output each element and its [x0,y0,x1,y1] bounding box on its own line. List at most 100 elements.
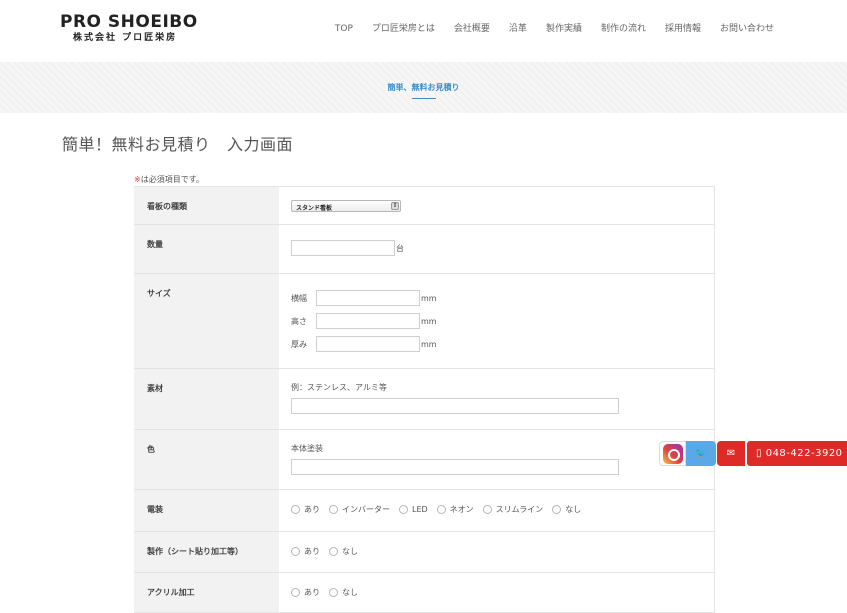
size-depth-line: 厚み mm [291,336,714,352]
radio-label: あり [304,505,320,514]
form-row-color: 色 本体塗装 [134,430,715,490]
form-row-production: 製作（シート貼り加工等） あり なし [134,532,715,573]
form-label-electric: 電装 [134,490,279,531]
twitter-icon: 🐦 [694,448,708,459]
electric-radio-yes[interactable]: あり [291,504,320,515]
logo-sub-text: 株式会社 プロ匠栄房 [73,33,178,43]
radio-circle-icon [329,505,338,514]
radio-label: ネオン [449,505,474,514]
form-row-size: サイズ 横幅 mm 高さ mm 厚み mm [134,274,715,369]
nav-item-about[interactable]: プロ匠栄房とは [372,23,435,35]
radio-label: なし [342,588,358,597]
electric-radio-neon[interactable]: ネオン [436,504,474,515]
size-height-input[interactable] [316,313,420,329]
acrylic-radio-yes[interactable]: あり [291,587,320,598]
production-radio-group: あり なし [291,546,714,557]
form-label-type: 看板の種類 [134,187,279,224]
form-label-color: 色 [134,430,279,489]
production-radio-no[interactable]: なし [329,546,358,557]
form-row-material: 素材 例：ステンレス、アルミ等 [134,369,715,430]
mail-icon: ✉ [726,448,736,459]
form-label-acrylic: アクリル加工 [134,573,279,612]
size-height-line: 高さ mm [291,313,714,329]
type-select[interactable]: スタンド看板 ⇕ [291,200,401,212]
nav-item-flow[interactable]: 制作の流れ [601,23,646,35]
electric-radio-slimline[interactable]: スリムライン [482,504,544,515]
production-radio-yes[interactable]: あり [291,546,320,557]
size-depth-unit: mm [421,339,437,349]
material-input[interactable] [291,398,619,414]
radio-label: LED [412,505,428,514]
electric-radio-inverter[interactable]: インバーター [329,504,390,515]
nav-item-company[interactable]: 会社概要 [454,23,490,35]
color-hint: 本体塗装 [291,444,323,453]
nav-item-contact[interactable]: お問い合わせ [720,23,774,35]
page-title-band: 簡単、無料お見積り [0,62,847,113]
nav-item-works[interactable]: 製作実績 [546,23,582,35]
radio-circle-icon [436,505,446,514]
required-note-text: は必須項目です。 [140,175,204,184]
material-hint: 例：ステンレス、アルミ等 [291,383,387,392]
nav-item-history[interactable]: 沿革 [509,23,527,35]
estimate-form: 看板の種類 スタンド看板 ⇕ 数量 台 サイズ 横幅 mm 高さ mm 厚み m… [134,186,715,613]
radio-circle-icon [399,505,408,514]
instagram-button[interactable] [659,441,686,466]
radio-label: なし [342,547,358,556]
site-logo[interactable]: PRO SHOEIBO 株式会社 プロ匠栄房 [60,12,198,44]
quantity-input[interactable] [291,240,395,256]
size-height-label: 高さ [291,316,307,326]
color-input[interactable] [291,459,619,475]
size-depth-input[interactable] [316,336,420,352]
radio-label: あり [304,588,320,597]
acrylic-radio-group: あり なし [291,587,714,598]
band-title: 簡単、無料お見積り [387,83,460,92]
site-header: PRO SHOEIBO 株式会社 プロ匠栄房 TOP プロ匠栄房とは 会社概要 … [0,0,847,62]
radio-circle-icon [552,505,562,514]
acrylic-radio-no[interactable]: なし [329,587,358,598]
radio-label: なし [565,505,582,514]
select-arrow-icon: ⇕ [391,202,399,210]
radio-circle-icon [482,505,492,514]
nav-item-recruit[interactable]: 採用情報 [665,23,701,35]
twitter-button[interactable]: 🐦 [686,441,716,466]
size-width-line: 横幅 mm [291,290,714,306]
phone-number: 048-422-3920 [765,448,843,459]
main-nav: TOP プロ匠栄房とは 会社概要 沿革 製作実績 制作の流れ 採用情報 お問い合… [316,23,774,35]
electric-radio-none[interactable]: なし [552,504,581,515]
size-depth-label: 厚み [291,339,307,349]
radio-label: インバーター [342,505,390,514]
radio-circle-icon [329,588,338,597]
radio-label: あり [304,547,320,556]
form-row-type: 看板の種類 スタンド看板 ⇕ [134,187,715,225]
form-row-quantity: 数量 台 [134,225,715,274]
form-row-acrylic: アクリル加工 あり なし [134,573,715,613]
page-title: 簡単！無料お見積り 入力画面 [62,135,294,154]
form-label-production: 製作（シート貼り加工等） [134,532,279,572]
mail-button[interactable]: ✉ [717,441,745,466]
band-underline [412,98,436,99]
size-height-unit: mm [421,316,437,326]
phone-icon: ▯ [756,448,763,459]
size-width-label: 横幅 [291,293,307,303]
form-label-quantity: 数量 [134,225,279,273]
size-width-unit: mm [421,293,437,303]
radio-label: スリムライン [495,505,544,514]
size-width-input[interactable] [316,290,420,306]
form-label-size: サイズ [134,274,279,368]
required-mark: ※ [134,175,141,184]
type-select-value: スタンド看板 [296,205,333,212]
nav-item-top[interactable]: TOP [335,23,353,35]
required-note: ※は必須項目です。 [134,174,204,185]
instagram-icon [663,444,683,464]
radio-circle-icon [291,547,300,556]
quantity-unit: 台 [396,243,404,253]
phone-button[interactable]: ▯ 048-422-3920 [747,441,847,466]
electric-radio-led[interactable]: LED [399,505,428,514]
electric-radio-group: あり インバーター LED ネオン スリムライン なし [291,504,714,515]
radio-circle-icon [291,588,300,597]
form-row-electric: 電装 あり インバーター LED ネオン スリムライン なし [134,490,715,532]
radio-circle-icon [291,505,300,514]
logo-main-text: PRO SHOEIBO [60,12,198,32]
radio-circle-icon [329,547,338,556]
form-label-material: 素材 [134,369,279,429]
